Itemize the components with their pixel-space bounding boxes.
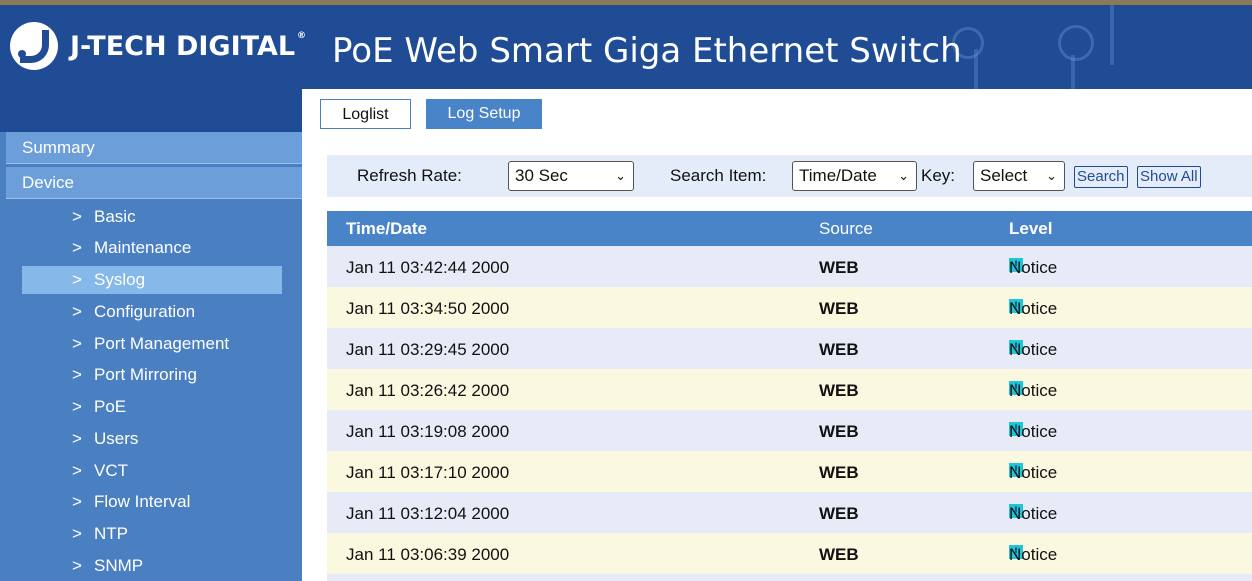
sidebar-section-summary[interactable]: Summary xyxy=(6,132,302,164)
sidebar-item-basic[interactable]: > Basic xyxy=(22,203,282,231)
decoration-line xyxy=(974,49,978,89)
table-row: Jan 11 03:19:08 2000 WEB ! Notice xyxy=(327,410,1252,451)
sidebar-item-port-management[interactable]: > Port Management xyxy=(22,330,282,358)
cell-source: WEB xyxy=(819,422,859,441)
cell-source: WEB xyxy=(819,299,859,318)
table-row: Jan 11 03:17:10 2000 WEB ! Notice xyxy=(327,451,1252,492)
table-row: Jan 11 03:26:42 2000 WEB ! Notice xyxy=(327,369,1252,410)
sidebar-item-flow-interval[interactable]: > Flow Interval xyxy=(22,488,282,516)
table-row: Jan 11 03:06:39 2000 WEB ! Notice xyxy=(327,533,1252,574)
sidebar-item-vct[interactable]: > VCT xyxy=(22,457,282,485)
sidebar-item-configuration[interactable]: > Configuration xyxy=(22,298,282,326)
refresh-rate-label: Refresh Rate: xyxy=(357,166,462,185)
page-title: PoE Web Smart Giga Ethernet Switch xyxy=(332,31,962,71)
cell-source: WEB xyxy=(819,340,859,359)
chevron-right-icon: > xyxy=(72,334,82,353)
key-select[interactable]: Select ⌄ xyxy=(973,161,1065,191)
table-row: Jan 11 03:42:44 2000 WEB ! Notice xyxy=(327,246,1252,287)
chevron-right-icon: > xyxy=(72,397,82,416)
key-label: Key: xyxy=(921,166,956,185)
decoration-line xyxy=(1110,5,1114,65)
sidebar-item-users[interactable]: > Users xyxy=(22,425,282,453)
cell-time: Jan 11 03:06:39 2000 xyxy=(346,545,510,564)
chevron-right-icon: > xyxy=(72,556,82,575)
log-toolbar: Refresh Rate: 30 Sec ⌄ Search Item: Time/… xyxy=(327,155,1252,197)
table-row: Jan 11 03:34:50 2000 WEB ! Notice xyxy=(327,287,1252,328)
cell-source: WEB xyxy=(819,381,859,400)
brand-name: J-TECH DIGITAL ® xyxy=(70,30,307,62)
search-item-select[interactable]: Time/Date ⌄ xyxy=(792,161,917,191)
chevron-right-icon: > xyxy=(72,492,82,511)
sidebar: Summary Device > Basic > Maintenance > Sysl… xyxy=(0,89,302,581)
tab-loglist[interactable]: Loglist xyxy=(320,99,411,129)
chevron-right-icon: > xyxy=(72,524,82,543)
column-header-time: Time/Date xyxy=(346,219,427,238)
show-all-button[interactable]: Show All xyxy=(1137,166,1201,188)
search-item-label: Search Item: xyxy=(670,166,767,185)
cell-time: Jan 11 03:19:08 2000 xyxy=(346,422,510,441)
search-button[interactable]: Search xyxy=(1074,166,1128,188)
brand-logo[interactable]: J-TECH DIGITAL ® xyxy=(10,22,306,70)
sidebar-item-maintenance[interactable]: > Maintenance xyxy=(22,234,282,262)
sidebar-header xyxy=(0,89,302,132)
sidebar-item-poe[interactable]: > PoE xyxy=(22,393,282,421)
cell-time: Jan 11 03:26:42 2000 xyxy=(346,381,510,400)
table-row: Jan 11 03:29:45 2000 WEB ! Notice xyxy=(327,328,1252,369)
chevron-down-icon: ⌄ xyxy=(615,168,626,183)
table-header: Time/Date Source Level xyxy=(327,211,1252,246)
table-row xyxy=(327,574,1252,581)
chevron-right-icon: > xyxy=(72,461,82,480)
cell-time: Jan 11 03:29:45 2000 xyxy=(346,340,510,359)
sidebar-item-syslog[interactable]: > Syslog xyxy=(22,266,282,294)
chevron-right-icon: > xyxy=(72,365,82,384)
cell-time: Jan 11 03:34:50 2000 xyxy=(346,299,510,318)
sidebar-item-snmp[interactable]: > SNMP xyxy=(22,552,282,580)
chevron-right-icon: > xyxy=(72,429,82,448)
column-header-level: Level xyxy=(1009,219,1053,238)
chevron-right-icon: > xyxy=(72,207,82,226)
cell-source: WEB xyxy=(819,504,859,523)
decoration-line xyxy=(1071,55,1075,89)
cell-source: WEB xyxy=(819,258,859,277)
chevron-right-icon: > xyxy=(72,270,82,289)
sidebar-section-device[interactable]: Device xyxy=(6,167,302,199)
cell-source: WEB xyxy=(819,463,859,482)
cell-source: WEB xyxy=(819,545,859,564)
sidebar-item-port-mirroring[interactable]: > Port Mirroring xyxy=(22,361,282,389)
column-header-source: Source xyxy=(819,219,873,238)
sidebar-item-ntp[interactable]: > NTP xyxy=(22,520,282,548)
logo-icon xyxy=(10,22,58,70)
header-banner: J-TECH DIGITAL ® PoE Web Smart Giga Ether… xyxy=(0,5,1252,89)
tab-log-setup[interactable]: Log Setup xyxy=(426,99,542,129)
refresh-rate-select[interactable]: 30 Sec ⌄ xyxy=(508,161,634,191)
decoration-circle xyxy=(1058,25,1094,61)
chevron-down-icon: ⌄ xyxy=(1046,168,1057,183)
chevron-right-icon: > xyxy=(72,302,82,321)
chevron-right-icon: > xyxy=(72,238,82,257)
cell-time: Jan 11 03:17:10 2000 xyxy=(346,463,510,482)
cell-time: Jan 11 03:42:44 2000 xyxy=(346,258,510,277)
table-row: Jan 11 03:12:04 2000 WEB ! Notice xyxy=(327,492,1252,533)
chevron-down-icon: ⌄ xyxy=(898,168,909,183)
cell-time: Jan 11 03:12:04 2000 xyxy=(346,504,510,523)
